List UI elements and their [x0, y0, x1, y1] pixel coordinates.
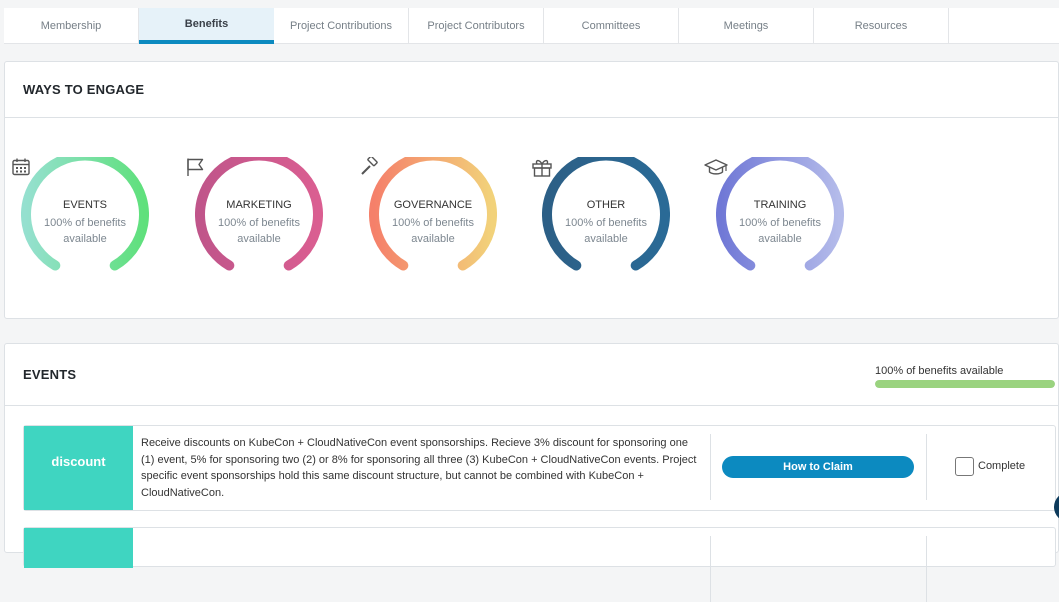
divider [926, 536, 927, 602]
gauge-other-title: OTHER [586, 199, 626, 211]
complete-label[interactable]: Complete [978, 460, 1025, 472]
events-progress: 100% of benefits available [875, 365, 1055, 388]
events-progress-text: 100% of benefits available [875, 365, 1004, 377]
graduation-cap-icon [704, 159, 728, 175]
gauge-training[interactable]: TRAINING 100% of benefits available [704, 157, 844, 285]
gauge-governance-subtitle: 100% of benefits available [392, 217, 474, 245]
gauge-events[interactable]: EVENTS 100% of benefits available [12, 157, 149, 285]
gauge-marketing-subtitle: 100% of benefits available [218, 217, 300, 245]
benefit-tag: discount [24, 426, 133, 510]
tab-committees[interactable]: Committees [544, 8, 679, 44]
tab-bar: Membership Benefits Project Contribution… [4, 8, 1059, 44]
gauge-other[interactable]: OTHER 100% of benefits available [532, 157, 670, 285]
calendar-icon [12, 158, 30, 176]
events-progress-bar [875, 380, 1055, 388]
tab-membership[interactable]: Membership [4, 8, 139, 44]
gauge-events-subtitle: 100% of benefits available [44, 217, 126, 245]
ways-to-engage-title: WAYS TO ENGAGE [5, 62, 1058, 118]
gauge-governance[interactable]: GOVERNANCE 100% of benefits available [361, 157, 497, 285]
benefit-row [23, 527, 1056, 602]
divider [710, 434, 711, 500]
gauge-marketing[interactable]: MARKETING 100% of benefits available [187, 157, 323, 285]
events-progress-fill [875, 380, 1055, 388]
gauge-events-title: EVENTS [62, 199, 107, 211]
benefit-description: Receive discounts on KubeCon + CloudNati… [141, 437, 697, 499]
tab-project-contributions[interactable]: Project Contributions [274, 8, 409, 44]
gift-icon [532, 159, 552, 177]
divider [926, 434, 927, 500]
benefit-tag [24, 528, 133, 568]
tab-meetings[interactable]: Meetings [679, 8, 814, 44]
divider [710, 536, 711, 602]
complete-checkbox[interactable] [955, 457, 974, 476]
gauge-marketing-title: MARKETING [226, 199, 292, 211]
tab-benefits[interactable]: Benefits [139, 8, 274, 44]
gavel-icon [361, 157, 378, 175]
tab-resources[interactable]: Resources [814, 8, 949, 44]
benefit-row: discount Receive discounts on KubeCon + … [23, 425, 1056, 511]
flag-icon [187, 158, 204, 176]
gauge-training-subtitle: 100% of benefits available [739, 217, 821, 245]
how-to-claim-button[interactable]: How to Claim [722, 456, 914, 478]
tab-project-contributors[interactable]: Project Contributors [409, 8, 544, 44]
gauge-other-subtitle: 100% of benefits available [565, 217, 647, 245]
ways-to-engage-card: WAYS TO ENGAGE EVENTS 100% of benefits av… [4, 61, 1059, 319]
gauge-training-title: TRAINING [753, 199, 807, 211]
gauge-governance-title: GOVERNANCE [393, 199, 473, 211]
